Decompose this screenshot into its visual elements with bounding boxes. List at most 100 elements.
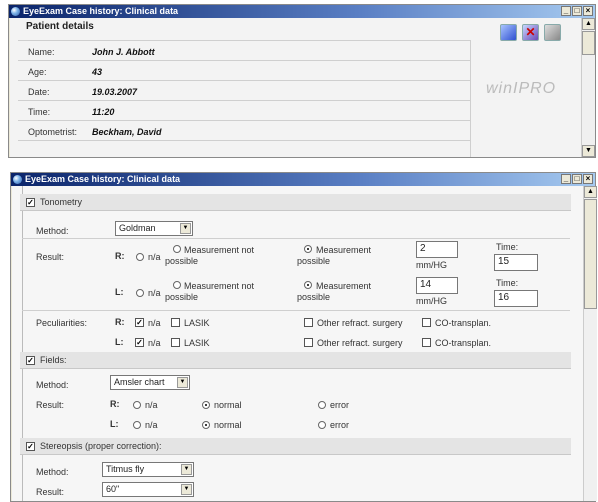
tonometry-method-select[interactable]: Goldman ▼ xyxy=(115,221,193,236)
other-surgery-label: Other refract. surgery xyxy=(317,318,403,328)
minimize-button[interactable]: _ xyxy=(561,6,571,16)
chevron-down-icon[interactable]: ▼ xyxy=(177,377,188,388)
divider xyxy=(22,310,570,311)
window-titlebar[interactable]: EyeExam Case history: Clinical data _ □ … xyxy=(9,5,595,18)
pec-r-other-checkbox[interactable] xyxy=(304,318,313,327)
fields-section-header: ✓ Fields: xyxy=(20,352,571,369)
fields-header-label: Fields: xyxy=(40,355,67,365)
chevron-down-icon[interactable]: ▼ xyxy=(181,484,192,495)
stereopsis-result-select[interactable]: 60" ▼ xyxy=(102,482,194,497)
scroll-thumb[interactable] xyxy=(582,31,595,55)
possible-label: Measurement possible xyxy=(297,245,372,266)
other-surgery-label: Other refract. surgery xyxy=(317,338,403,348)
window-titlebar[interactable]: EyeExam Case history: Clinical data _ □ … xyxy=(11,173,595,186)
tono-r-value-input[interactable]: 2 xyxy=(416,241,458,258)
co-transplan-label: CO-transplan. xyxy=(435,318,492,328)
tono-l-value-input[interactable]: 14 xyxy=(416,277,458,294)
possible-label: Measurement possible xyxy=(297,281,372,302)
fields-method-select[interactable]: Amsler chart ▼ xyxy=(110,375,190,390)
patient-details-window: EyeExam Case history: Clinical data _ □ … xyxy=(8,4,596,158)
selected-value: 60" xyxy=(106,484,120,494)
divider xyxy=(470,40,471,157)
vertical-scrollbar[interactable]: ▲ xyxy=(583,186,597,501)
pec-r-lasik-checkbox[interactable] xyxy=(171,318,180,327)
time-label: Time: xyxy=(28,107,51,117)
time-label: Time: xyxy=(496,278,519,288)
delete-tool-icon[interactable]: ✕ xyxy=(522,24,539,41)
error-label: error xyxy=(330,400,350,410)
optometrist-value: Beckham, David xyxy=(92,127,162,137)
eye-left-label: L: xyxy=(115,337,124,347)
selected-value: Goldman xyxy=(119,223,156,233)
pec-l-other-checkbox[interactable] xyxy=(304,338,313,347)
age-value: 43 xyxy=(92,67,103,77)
not-possible-label: Measurement not possible xyxy=(165,245,255,266)
maximize-button[interactable]: □ xyxy=(572,174,582,184)
scroll-up-button[interactable]: ▲ xyxy=(584,186,597,198)
print-tool-icon[interactable] xyxy=(544,24,561,41)
fields-checkbox[interactable]: ✓ xyxy=(26,356,35,365)
name-label: Name: xyxy=(28,47,55,57)
scroll-down-button[interactable]: ▼ xyxy=(582,145,595,157)
fields-l-error-radio[interactable] xyxy=(318,421,326,429)
method-label: Method: xyxy=(36,467,69,477)
selected-value: Titmus fly xyxy=(106,464,145,474)
pec-l-co-checkbox[interactable] xyxy=(422,338,431,347)
section-title: Patient details xyxy=(26,21,94,32)
selected-value: Amsler chart xyxy=(114,377,165,387)
fields-r-normal-radio[interactable] xyxy=(202,401,210,409)
pec-r-na-checkbox[interactable]: ✓ xyxy=(135,318,144,327)
time-label: Time: xyxy=(496,242,519,252)
patient-details-panel: Patient details ✕ Name: John J. Abbott A… xyxy=(10,18,581,157)
fields-l-na-radio[interactable] xyxy=(133,421,141,429)
eye-right-label: R: xyxy=(115,317,125,327)
chevron-down-icon[interactable]: ▼ xyxy=(181,464,192,475)
na-label: n/a xyxy=(148,252,161,262)
chevron-down-icon[interactable]: ▼ xyxy=(180,223,191,234)
pec-l-lasik-checkbox[interactable] xyxy=(171,338,180,347)
tonometry-section-header: ✓ Tonometry xyxy=(20,194,571,211)
tonometry-checkbox[interactable]: ✓ xyxy=(26,198,35,207)
eye-right-label: R: xyxy=(115,251,125,261)
stereopsis-checkbox[interactable]: ✓ xyxy=(26,442,35,451)
scroll-thumb[interactable] xyxy=(584,199,597,309)
pec-l-na-checkbox[interactable]: ✓ xyxy=(135,338,144,347)
peculiarities-label: Peculiarities: xyxy=(36,318,88,328)
normal-label: normal xyxy=(214,400,242,410)
result-label: Result: xyxy=(36,252,65,262)
close-button[interactable]: × xyxy=(583,6,593,16)
pec-r-co-checkbox[interactable] xyxy=(422,318,431,327)
eye-left-label: L: xyxy=(115,287,124,297)
close-button[interactable]: × xyxy=(583,174,593,184)
divider xyxy=(18,140,470,141)
fields-l-normal-radio[interactable] xyxy=(202,421,210,429)
draw-tool-icon[interactable] xyxy=(500,24,517,41)
tono-r-na-radio[interactable] xyxy=(136,253,144,261)
stereopsis-header-label: Stereopsis (proper correction): xyxy=(40,441,162,451)
divider xyxy=(18,100,470,101)
maximize-button[interactable]: □ xyxy=(572,6,582,16)
method-label: Method: xyxy=(36,226,69,236)
fields-r-error-radio[interactable] xyxy=(318,401,326,409)
na-label: n/a xyxy=(145,400,158,410)
fields-r-na-radio[interactable] xyxy=(133,401,141,409)
vertical-scrollbar[interactable]: ▲ ▼ xyxy=(581,18,595,157)
tono-l-na-radio[interactable] xyxy=(136,289,144,297)
scroll-up-button[interactable]: ▲ xyxy=(582,18,595,30)
result-label: Result: xyxy=(36,400,65,410)
method-label: Method: xyxy=(36,380,69,390)
normal-label: normal xyxy=(214,420,242,430)
stereopsis-method-select[interactable]: Titmus fly ▼ xyxy=(102,462,194,477)
minimize-button[interactable]: _ xyxy=(561,174,571,184)
tono-l-time-input[interactable]: 16 xyxy=(494,290,538,307)
result-label: Result: xyxy=(36,487,65,497)
eye-app-icon xyxy=(11,7,20,16)
age-label: Age: xyxy=(28,67,47,77)
divider xyxy=(18,60,470,61)
tono-r-time-input[interactable]: 15 xyxy=(494,254,538,271)
divider xyxy=(22,238,570,239)
na-label: n/a xyxy=(145,420,158,430)
stereopsis-section-header: ✓ Stereopsis (proper correction): xyxy=(20,438,571,455)
unit-label: mm/HG xyxy=(416,260,447,270)
divider xyxy=(18,120,470,121)
